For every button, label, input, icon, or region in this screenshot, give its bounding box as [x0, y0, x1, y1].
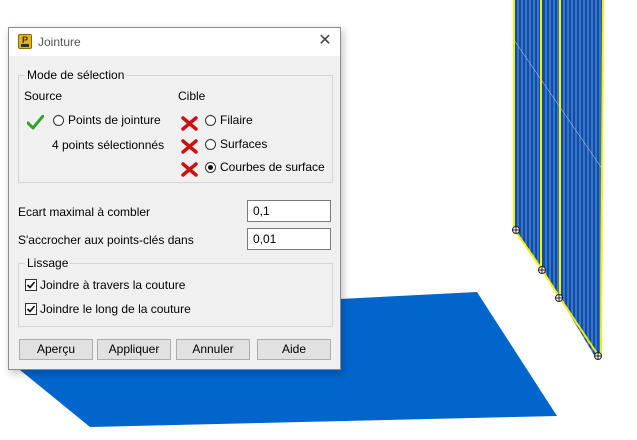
- app-logo-icon: P: [18, 34, 32, 49]
- source-points-label[interactable]: Points de jointure: [68, 113, 161, 127]
- red-x-icon: [181, 139, 198, 154]
- cancel-button[interactable]: Annuler: [176, 339, 250, 360]
- join-along-seam-checkbox[interactable]: [25, 303, 37, 315]
- join-across-seam-checkbox[interactable]: [25, 279, 37, 291]
- target-label: Cible: [178, 89, 206, 103]
- source-points-radio[interactable]: [53, 115, 64, 126]
- target-wireframe-radio[interactable]: [205, 115, 216, 126]
- snap-label: S'accrocher aux points-clés dans: [18, 233, 194, 247]
- source-status-text: 4 points sélectionnés: [52, 138, 165, 152]
- red-x-icon: [181, 116, 198, 131]
- title-bar[interactable]: P Jointure ✕: [9, 28, 340, 56]
- snap-input[interactable]: [247, 228, 331, 250]
- target-surface-curves-radio[interactable]: [205, 162, 216, 173]
- close-icon[interactable]: ✕: [310, 28, 340, 56]
- max-gap-label: Ecart maximal à combler: [18, 205, 151, 219]
- join-along-seam-label[interactable]: Joindre le long de la couture: [40, 302, 191, 316]
- green-check-icon: [27, 115, 44, 130]
- target-surface-curves-label[interactable]: Courbes de surface: [220, 160, 325, 174]
- red-x-icon: [181, 162, 198, 177]
- smoothing-label: Lissage: [25, 256, 71, 270]
- jointure-dialog: P Jointure ✕ Mode de sélection Source Ci…: [8, 27, 341, 370]
- target-surfaces-label[interactable]: Surfaces: [220, 137, 267, 151]
- dialog-title: Jointure: [38, 35, 81, 49]
- preview-button[interactable]: Aperçu: [19, 339, 93, 360]
- smoothing-group: Lissage: [18, 256, 333, 327]
- apply-button[interactable]: Appliquer: [97, 339, 171, 360]
- help-button[interactable]: Aide: [257, 339, 331, 360]
- target-surfaces-radio[interactable]: [205, 139, 216, 150]
- max-gap-input[interactable]: [247, 200, 331, 222]
- join-across-seam-label[interactable]: Joindre à travers la couture: [40, 278, 185, 292]
- source-label: Source: [24, 89, 63, 103]
- selection-mode-label: Mode de sélection: [25, 68, 127, 82]
- target-wireframe-label[interactable]: Filaire: [220, 113, 253, 127]
